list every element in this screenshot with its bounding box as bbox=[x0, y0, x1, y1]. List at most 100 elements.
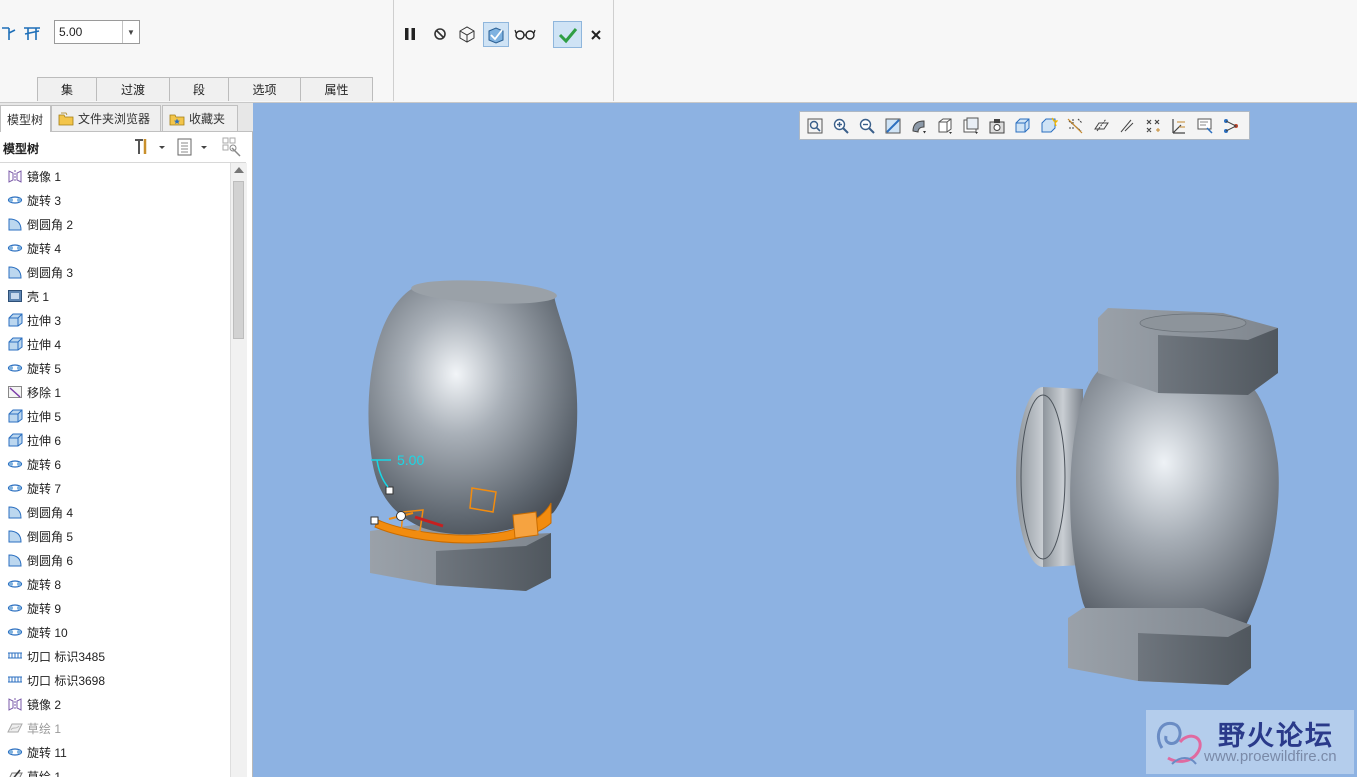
tree-item-label: 倒圆角 2 bbox=[27, 217, 74, 232]
round-dashboard: ▼ 集 过渡 段 选项 属性 bbox=[0, 0, 1357, 103]
navigator-pane: 模型树 文件夹浏览器 收藏夹 模型树 镜像 1 旋转 3 倒圆角 2 旋转 4 倒圆角 … bbox=[0, 103, 253, 777]
tab-favorites[interactable]: 收藏夹 bbox=[162, 105, 238, 131]
forum-logo-icon bbox=[1157, 721, 1202, 765]
glasses-icon[interactable] bbox=[514, 23, 536, 45]
model-tree-header: 模型树 bbox=[0, 132, 246, 163]
round-feature-icon bbox=[7, 553, 23, 567]
radius-value-field[interactable]: ▼ bbox=[54, 20, 140, 44]
tree-item[interactable]: 旋转 3 bbox=[0, 188, 230, 212]
dashboard-tabs: 集 过渡 段 选项 属性 bbox=[37, 77, 373, 102]
tree-item[interactable]: 拉伸 6 bbox=[0, 428, 230, 452]
tree-item[interactable]: 旋转 11 bbox=[0, 740, 230, 764]
tree-item-label: 旋转 3 bbox=[27, 193, 62, 208]
revolve-feature-icon bbox=[7, 601, 23, 615]
tab-folder-browser[interactable]: 文件夹浏览器 bbox=[51, 105, 161, 131]
left-part[interactable] bbox=[368, 277, 578, 591]
mirror-feature-icon bbox=[7, 697, 23, 711]
tree-item[interactable]: 旋转 10 bbox=[0, 620, 230, 644]
radius-handle[interactable] bbox=[396, 511, 406, 521]
revolve-feature-icon bbox=[7, 481, 23, 495]
tree-item[interactable]: 旋转 7 bbox=[0, 476, 230, 500]
ribbon-divider bbox=[613, 0, 614, 101]
transition-mode-icon[interactable] bbox=[21, 22, 43, 44]
radius-dimension-label[interactable]: 5.00 bbox=[397, 452, 424, 468]
tree-item-label: 旋转 7 bbox=[27, 481, 62, 496]
scroll-thumb[interactable] bbox=[233, 181, 244, 339]
graphics-window[interactable]: 5.00 野火论坛 www.proewildfire.cn bbox=[253, 103, 1357, 777]
show-options-icon[interactable] bbox=[176, 137, 212, 160]
revolve-feature-icon bbox=[7, 193, 23, 207]
model-tree: 镜像 1 旋转 3 倒圆角 2 旋转 4 倒圆角 3 壳 1 拉伸 3 拉伸 4 旋转 5 移除 … bbox=[0, 163, 230, 777]
tree-item-label: 草绘 1 bbox=[27, 769, 62, 777]
round-feature-icon bbox=[7, 529, 23, 543]
tab-model-tree[interactable]: 模型树 bbox=[0, 105, 51, 132]
tree-item[interactable]: 拉伸 3 bbox=[0, 308, 230, 332]
tree-item-label: 草绘 1 bbox=[27, 721, 62, 736]
tree-item-label: 旋转 6 bbox=[27, 457, 62, 472]
navigator-tabs: 模型树 文件夹浏览器 收藏夹 bbox=[0, 103, 253, 132]
tree-item[interactable]: 拉伸 5 bbox=[0, 404, 230, 428]
drag-handle[interactable] bbox=[370, 516, 379, 525]
tree-item[interactable]: 镜像 1 bbox=[0, 164, 230, 188]
remove-feature-icon bbox=[7, 385, 23, 399]
right-part[interactable] bbox=[1016, 308, 1279, 685]
tree-item[interactable]: 草绘 1 bbox=[0, 764, 230, 777]
tree-item[interactable]: 拉伸 4 bbox=[0, 332, 230, 356]
tree-item[interactable]: 壳 1 bbox=[0, 284, 230, 308]
radius-input[interactable] bbox=[55, 21, 127, 43]
tree-item[interactable]: 倒圆角 6 bbox=[0, 548, 230, 572]
tree-item-label: 旋转 8 bbox=[27, 577, 62, 592]
geometry-preview-icon[interactable] bbox=[456, 23, 478, 45]
no-preview-icon[interactable] bbox=[429, 23, 451, 45]
tree-item[interactable]: 移除 1 bbox=[0, 380, 230, 404]
round-feature-icon bbox=[7, 265, 23, 279]
extrude-feature-icon bbox=[7, 337, 23, 351]
round-set-mode-icon[interactable] bbox=[0, 22, 20, 44]
tree-item[interactable]: 倒圆角 3 bbox=[0, 260, 230, 284]
tree-item[interactable]: 镜像 2 bbox=[0, 692, 230, 716]
revolve-feature-icon bbox=[7, 457, 23, 471]
cut-feature-icon bbox=[7, 649, 23, 663]
tree-item[interactable]: 草绘 1 bbox=[0, 716, 230, 740]
tab-pieces[interactable]: 段 bbox=[169, 77, 229, 101]
tree-item[interactable]: 旋转 5 bbox=[0, 356, 230, 380]
ribbon-divider bbox=[393, 0, 394, 101]
verify-icon[interactable] bbox=[483, 22, 509, 47]
tree-item-label: 旋转 11 bbox=[27, 745, 67, 760]
tree-item[interactable]: 倒圆角 5 bbox=[0, 524, 230, 548]
model-tree-title: 模型树 bbox=[3, 142, 40, 156]
revolve-feature-icon bbox=[7, 745, 23, 759]
tree-item[interactable]: 倒圆角 2 bbox=[0, 212, 230, 236]
tree-item[interactable]: 旋转 6 bbox=[0, 452, 230, 476]
tree-item-label: 旋转 9 bbox=[27, 601, 62, 616]
tree-item[interactable]: 旋转 9 bbox=[0, 596, 230, 620]
tree-scrollbar[interactable] bbox=[230, 163, 247, 777]
scroll-up-icon[interactable] bbox=[234, 167, 244, 173]
tree-item[interactable]: 切口 标识3698 bbox=[0, 668, 230, 692]
ok-check-icon[interactable] bbox=[553, 21, 582, 48]
tab-transitions[interactable]: 过渡 bbox=[96, 77, 170, 101]
model-view bbox=[368, 277, 1279, 685]
tree-item[interactable]: 倒圆角 4 bbox=[0, 500, 230, 524]
tree-item[interactable]: 切口 标识3485 bbox=[0, 644, 230, 668]
tab-properties[interactable]: 属性 bbox=[300, 77, 373, 101]
tree-item-label: 拉伸 6 bbox=[27, 433, 62, 448]
tree-item-label: 拉伸 3 bbox=[27, 313, 62, 328]
tree-item-label: 旋转 10 bbox=[27, 625, 68, 640]
tree-filter-icon[interactable] bbox=[222, 137, 242, 160]
tree-item-label: 倒圆角 3 bbox=[27, 265, 74, 280]
tab-sets[interactable]: 集 bbox=[37, 77, 97, 101]
chevron-down-icon[interactable]: ▼ bbox=[122, 21, 139, 43]
mirror-feature-icon bbox=[7, 169, 23, 183]
tree-item[interactable]: 旋转 4 bbox=[0, 236, 230, 260]
pause-icon[interactable] bbox=[399, 23, 421, 45]
tree-settings-icon[interactable] bbox=[132, 137, 168, 160]
tree-item[interactable]: 旋转 8 bbox=[0, 572, 230, 596]
drag-handle[interactable] bbox=[385, 486, 394, 495]
cancel-x-icon[interactable] bbox=[585, 24, 607, 46]
tab-options[interactable]: 选项 bbox=[228, 77, 301, 101]
cut-feature-icon bbox=[7, 673, 23, 687]
revolve-feature-icon bbox=[7, 625, 23, 639]
tree-item-label: 倒圆角 4 bbox=[27, 505, 74, 520]
tree-item-label: 切口 标识3698 bbox=[27, 673, 106, 688]
